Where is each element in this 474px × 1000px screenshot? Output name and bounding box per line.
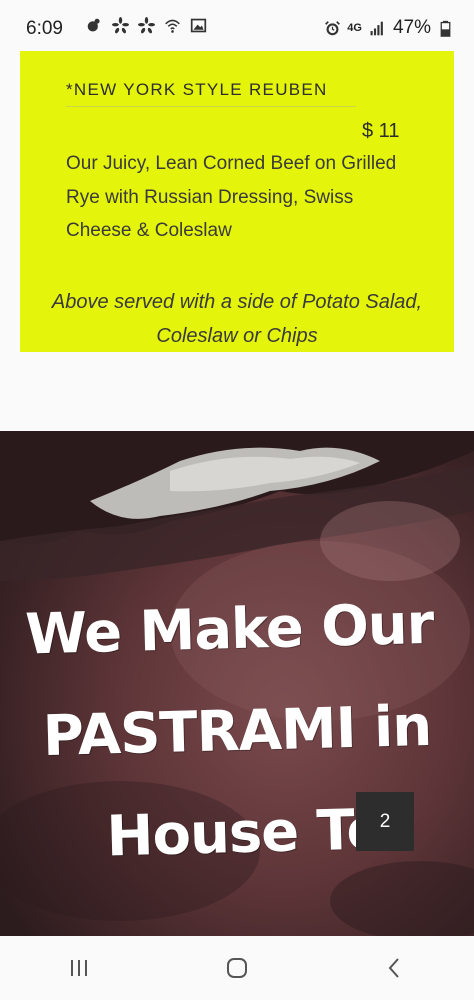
home-button[interactable] [207,943,267,993]
menu-item-card: *NEW YORK STYLE REUBEN $ 11 Our Juicy, L… [20,51,454,352]
wifi-icon [164,17,181,34]
back-button[interactable] [365,943,425,993]
recent-apps-icon [71,960,87,976]
4g-lte-icon: 4G [347,21,362,34]
sides-note: Above served with a side of Potato Salad… [51,291,423,347]
image-icon [190,17,207,34]
signal-icon [368,20,385,37]
battery-icon [437,20,454,37]
hero-image: We Make Our PASTRAMI in House Toi 2 [0,431,474,936]
recent-apps-button[interactable] [49,943,109,993]
page-indicator-badge[interactable]: 2 [356,792,414,851]
menu-item-price: $ 11 [362,120,400,142]
status-bar: 6:09 4G 47% [0,0,474,52]
status-left-icons [86,17,207,34]
status-time: 6:09 [26,18,63,39]
yelp-icon [138,17,155,34]
battery-percent: 47% [392,17,431,38]
menu-item-description: Our Juicy, Lean Corned Beef on Grilled R… [66,153,397,241]
notification-icon [86,17,103,34]
home-icon [227,958,247,978]
hero-line-2: PASTRAMI in [42,693,432,770]
yelp-icon [112,17,129,34]
hero-line-1: We Make Our [24,591,435,668]
alarm-icon [324,20,341,37]
status-right-icons: 4G 47% [324,17,454,39]
menu-item-title: *NEW YORK STYLE REUBEN [66,80,356,107]
navigation-bar [0,936,474,1000]
back-icon [388,958,399,978]
